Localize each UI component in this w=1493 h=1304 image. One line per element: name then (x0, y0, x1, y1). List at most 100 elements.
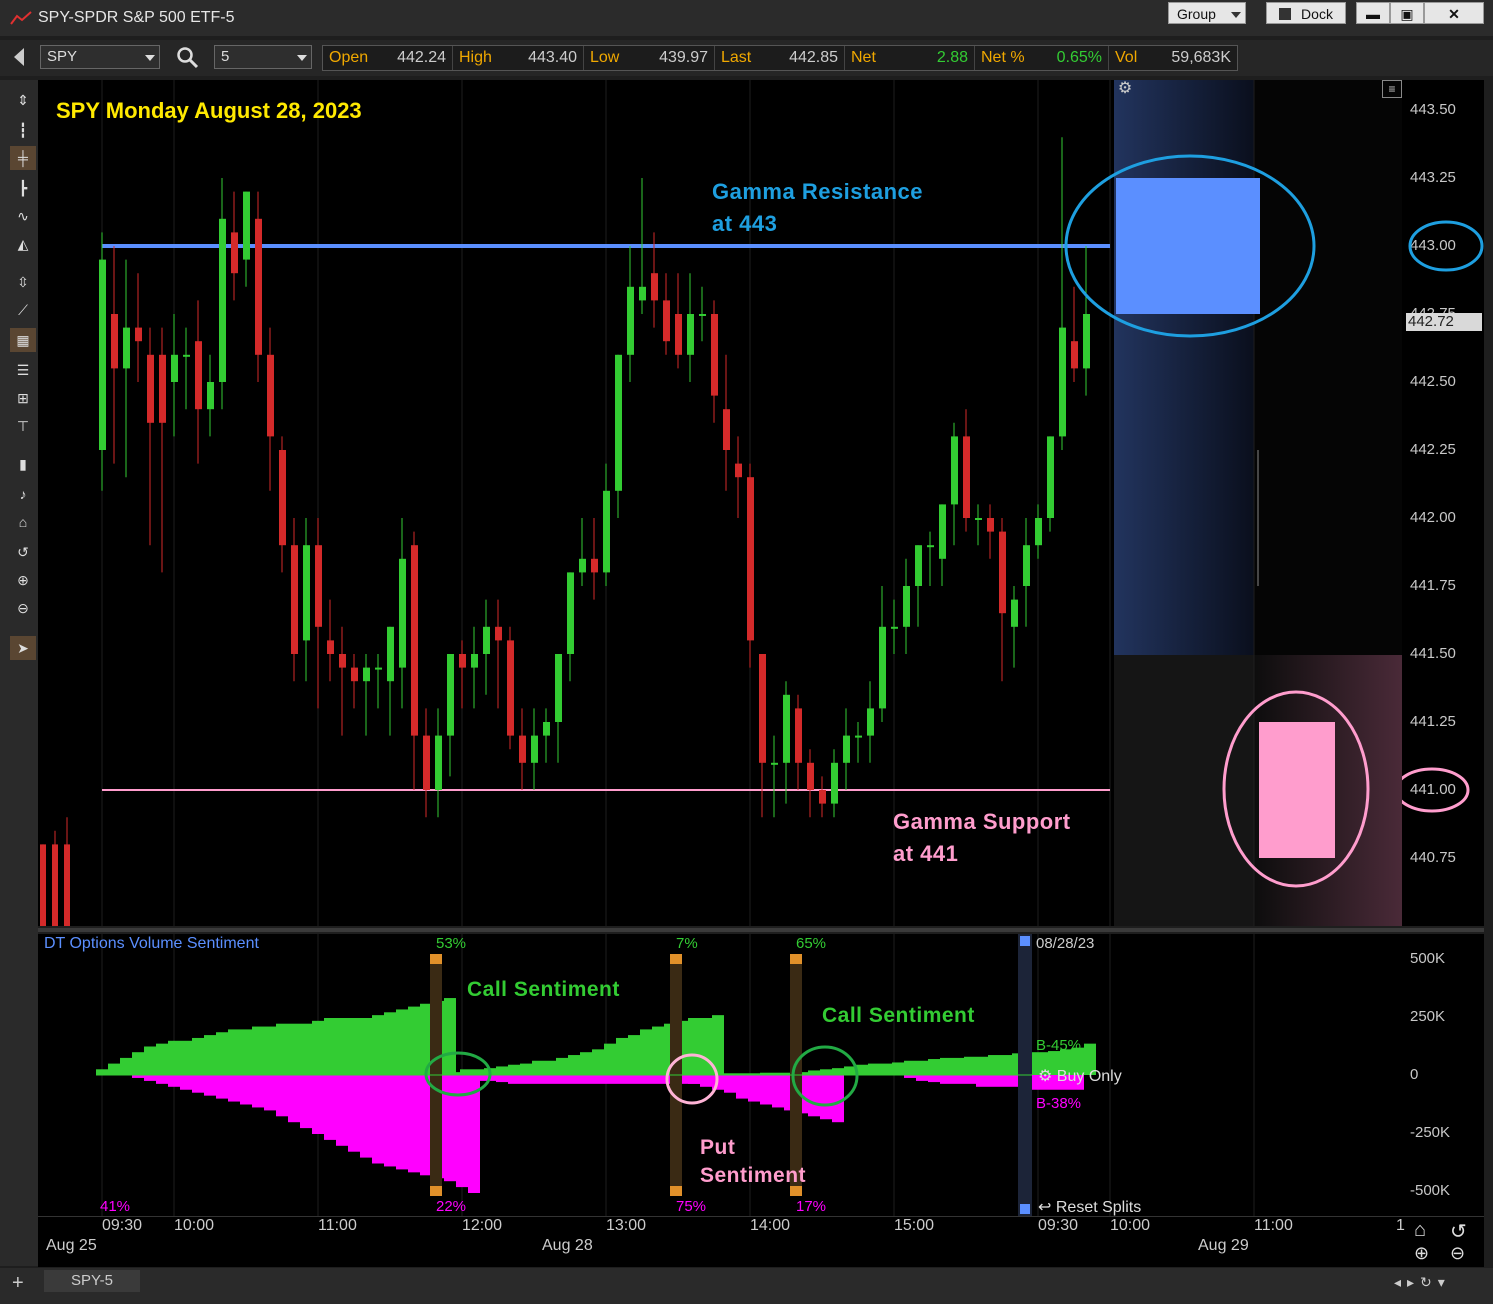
put-sentiment-label-1: Put (700, 1136, 736, 1159)
candle-body (675, 314, 682, 355)
zoom-in-icon[interactable]: ⊕ (10, 568, 36, 592)
put-volume-bar (628, 1075, 640, 1084)
candle-body (651, 273, 658, 301)
nav-controls-icon[interactable]: ◂▸↻▾ (1394, 1274, 1451, 1291)
trendline-tool-icon[interactable]: ⟋ (10, 298, 36, 322)
zoom-out-icon[interactable]: ⊖ (10, 596, 36, 620)
time-axis[interactable]: 09:30 10:00 11:00 12:00 13:00 14:00 15:0… (38, 1216, 1484, 1267)
put-volume-bar (396, 1075, 408, 1170)
maximize-button[interactable]: ▣ (1390, 2, 1424, 24)
call-volume-bar (688, 1018, 700, 1075)
home-icon[interactable]: ⌂ (1414, 1219, 1426, 1242)
horizontal-line-tool-icon[interactable]: ⊤ (10, 414, 36, 438)
interval-input[interactable]: 5 (214, 45, 312, 69)
put-volume-bar (688, 1075, 700, 1084)
grid-tool-icon[interactable]: ▦ (10, 328, 36, 352)
put-volume-bar (216, 1075, 228, 1099)
put-volume-bar (772, 1075, 784, 1108)
sentiment-indicator-pane[interactable]: DT Options Volume Sentiment Call Sentime… (38, 934, 1402, 1216)
candle-body (339, 654, 346, 668)
candle-body (1083, 314, 1090, 369)
call-sentiment-label-1: Call Sentiment (467, 978, 620, 1001)
put-volume-bar (384, 1075, 396, 1167)
split-handle (670, 1186, 682, 1196)
undo-icon[interactable]: ↺ (10, 540, 36, 564)
back-arrow-icon[interactable] (14, 48, 24, 66)
candle-body (123, 327, 130, 369)
open-value: 442.24 (397, 49, 446, 66)
call-volume-bar (264, 1026, 276, 1075)
quote-net: Net 2.88 (845, 46, 975, 70)
quote-vol: Vol 59,683K (1109, 46, 1237, 70)
put-volume-bar (300, 1075, 312, 1129)
fibonacci-tool-icon[interactable]: ☰ (10, 358, 36, 382)
candle-body (411, 545, 418, 736)
candle-body (219, 218, 226, 382)
call-volume-bar (904, 1060, 916, 1075)
candle-body (819, 790, 826, 804)
candle-body (279, 450, 286, 546)
pane-separator[interactable] (38, 928, 1484, 932)
dock-button[interactable]: Dock (1266, 2, 1346, 24)
time-tick: 09:30 (1038, 1217, 1079, 1234)
tab-spy-5[interactable]: SPY-5 (44, 1270, 140, 1292)
candle-body (531, 735, 538, 763)
candle-body (1023, 545, 1030, 586)
candle-body (963, 436, 970, 518)
call-volume-bar (832, 1068, 844, 1075)
call-volume-bar (640, 1029, 652, 1075)
put-volume-bar (916, 1075, 928, 1081)
low-label: Low (590, 49, 620, 66)
home-icon[interactable]: ⌂ (10, 510, 36, 534)
close-button[interactable]: ✕ (1424, 2, 1484, 24)
call-volume-bar (204, 1035, 216, 1075)
line-tool-icon[interactable]: ∿ (10, 204, 36, 228)
minimize-button[interactable]: ▬ (1356, 2, 1390, 24)
bar-chart-tool-icon[interactable]: ┇ (10, 118, 36, 142)
price-chart-svg[interactable] (38, 80, 1402, 926)
crosshair-tool-icon[interactable]: ⇕ (10, 88, 36, 112)
gear-icon[interactable]: ⚙ (1116, 80, 1134, 98)
candlestick-tool-icon[interactable]: ╪ (10, 146, 36, 170)
call-volume-bar (288, 1023, 300, 1075)
time-tick: 12:00 (462, 1217, 503, 1234)
reset-splits-button[interactable]: ↩ Reset Splits (1038, 1197, 1141, 1217)
candle-body (999, 531, 1006, 614)
ohlc-tool-icon[interactable]: ┣ (10, 176, 36, 200)
marker-tool-icon[interactable]: ▮ (10, 452, 36, 476)
search-icon[interactable] (176, 46, 200, 70)
put-volume-bar (276, 1075, 288, 1117)
call-volume-bar (108, 1063, 120, 1075)
group-dropdown[interactable]: Group (1168, 2, 1246, 24)
pointer-tool-icon[interactable]: ➤ (10, 636, 36, 660)
call-volume-bar (240, 1029, 252, 1075)
zoom-in-icon[interactable]: ⊕ (1414, 1243, 1429, 1264)
put-volume-bar (1000, 1075, 1012, 1087)
split-handle (430, 1186, 442, 1196)
put-buy-pct: B-38% (1036, 1095, 1082, 1112)
zoom-out-icon[interactable]: ⊖ (1450, 1243, 1465, 1264)
candle-body (495, 626, 502, 641)
undo-icon[interactable]: ↺ (1450, 1219, 1467, 1244)
candle-body (951, 436, 958, 505)
gamma-support-box (1259, 722, 1335, 858)
symbol-input[interactable]: SPY (40, 45, 160, 69)
note-tool-icon[interactable]: ♪ (10, 482, 36, 506)
area-tool-icon[interactable]: ◭ (10, 232, 36, 256)
put-volume-bar (456, 1075, 468, 1188)
sentiment-tick: 250K (1410, 1008, 1446, 1025)
fit-tool-icon[interactable]: ⇳ (10, 270, 36, 294)
menu-icon[interactable]: ≡ (1382, 80, 1402, 98)
add-tab-icon[interactable]: + (12, 1272, 24, 1295)
gamma-resistance-label: Gamma Resistance (712, 179, 923, 204)
prior-candle-body (64, 844, 70, 926)
price-chart-pane[interactable]: SPY Monday August 28, 2023 Gamma Resista… (38, 80, 1402, 926)
buy-only-toggle[interactable]: ⚙ Buy Only (1038, 1066, 1122, 1086)
price-axis[interactable]: 443.50 443.25 443.00 442.75 442.50 442.2… (1402, 80, 1484, 926)
call-volume-bar (444, 998, 456, 1075)
call-volume-bar (192, 1037, 204, 1075)
table-tool-icon[interactable]: ⊞ (10, 386, 36, 410)
candle-body (435, 735, 442, 790)
put-volume-bar (348, 1075, 360, 1152)
put-volume-bar (508, 1075, 520, 1084)
